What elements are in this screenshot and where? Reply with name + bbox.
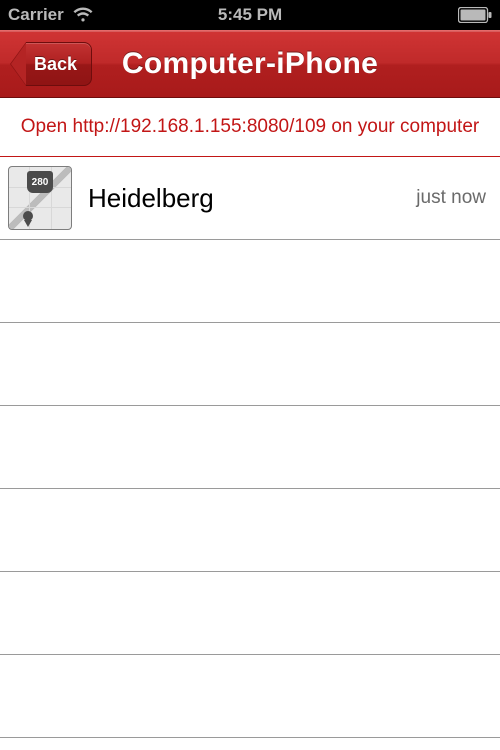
list-item-title: Heidelberg <box>88 183 400 214</box>
list-item-empty <box>0 406 500 489</box>
list-item-empty <box>0 655 500 738</box>
info-banner: Open http://192.168.1.155:8080/109 on yo… <box>0 98 500 157</box>
status-bar: Carrier 5:45 PM <box>0 0 500 30</box>
list-item-empty <box>0 489 500 572</box>
status-right <box>458 7 492 23</box>
back-button[interactable]: Back <box>10 42 92 86</box>
list-item[interactable]: 280 Heidelberg just now <box>0 157 500 240</box>
back-button-label: Back <box>26 42 92 86</box>
nav-bar: Back Computer-iPhone <box>0 30 500 98</box>
list-item-time: just now <box>416 187 486 209</box>
carrier-label: Carrier <box>8 5 64 25</box>
route-shield-icon: 280 <box>27 171 53 193</box>
list: 280 Heidelberg just now <box>0 157 500 738</box>
battery-icon <box>458 7 492 23</box>
status-left: Carrier <box>8 5 94 25</box>
list-item-empty <box>0 323 500 406</box>
list-item-empty <box>0 572 500 655</box>
back-arrow-icon <box>10 42 26 86</box>
map-thumbnail-icon: 280 <box>8 166 72 230</box>
list-item-empty <box>0 240 500 323</box>
page-title: Computer-iPhone <box>122 47 378 81</box>
wifi-icon <box>72 7 94 23</box>
map-pin-icon <box>23 211 33 221</box>
